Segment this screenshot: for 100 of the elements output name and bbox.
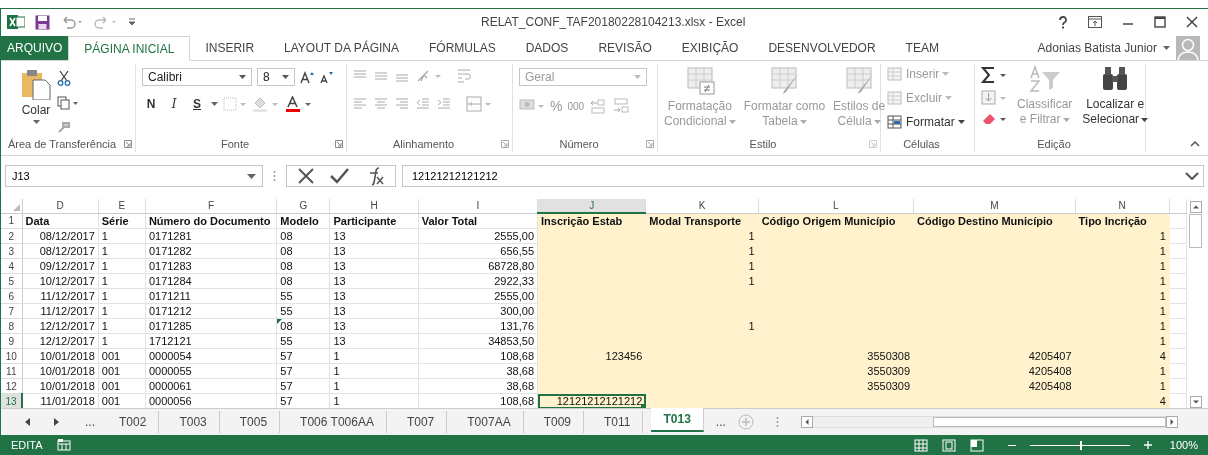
grow-font-icon[interactable] [300, 70, 314, 84]
ribbon-tab[interactable]: REVISÃO [583, 36, 667, 60]
ribbon-button[interactable]: Formatar [887, 112, 968, 131]
column-header[interactable]: G [276, 199, 330, 213]
dialog-launcher-icon[interactable] [335, 140, 343, 148]
row-header[interactable]: 12 [1, 378, 23, 394]
table-cell: 1712121 [148, 335, 192, 347]
normal-view-icon[interactable] [913, 438, 928, 452]
sheet-tab[interactable]: T003 [167, 411, 220, 433]
sheet-tab[interactable]: T006 T006AA [288, 411, 387, 433]
column-header[interactable]: L [758, 199, 914, 213]
drag-handle-icon[interactable] [273, 170, 276, 182]
sheet-tab[interactable]: T007AA [455, 411, 524, 433]
scroll-down-icon[interactable] [1189, 396, 1202, 408]
sheet-tab[interactable]: T009 [531, 411, 584, 433]
row-header[interactable]: 9 [1, 333, 23, 349]
help-icon[interactable] [1058, 15, 1068, 29]
row-header[interactable]: 3 [1, 243, 23, 259]
name-box[interactable]: J13 [5, 165, 263, 187]
ribbon-tab[interactable]: FÓRMULAS [414, 36, 511, 60]
ribbon-button[interactable]: Localizar e Selecionar [1082, 97, 1149, 127]
row-header[interactable]: 7 [1, 303, 23, 319]
copy-icon[interactable] [57, 96, 79, 110]
ribbon-tab[interactable]: EXIBIÇÃO [666, 36, 754, 60]
customize-toolbar-icon[interactable] [128, 18, 136, 26]
underline-button[interactable]: S [188, 97, 206, 111]
row-header[interactable]: 8 [1, 318, 23, 334]
caret-icon [247, 173, 256, 179]
sheet-tab[interactable]: T002 [107, 411, 160, 433]
more-sheets-button[interactable]: ... [81, 411, 99, 433]
column-header[interactable]: J [537, 199, 646, 213]
save-icon[interactable] [35, 14, 50, 30]
scissors-icon[interactable] [57, 70, 71, 86]
drag-handle-icon[interactable] [775, 416, 779, 428]
format-painter-icon[interactable] [57, 120, 71, 134]
ribbon-tab[interactable]: LAYOUT DA PÁGINA [269, 36, 414, 60]
dialog-launcher-icon[interactable] [646, 140, 654, 148]
ribbon-tab[interactable]: INSERIR [190, 36, 270, 60]
font-color-icon[interactable] [285, 96, 313, 112]
row-header[interactable]: 10 [1, 348, 23, 364]
sheet-tab[interactable]: T013 [651, 408, 704, 432]
more-sheets-button[interactable]: ... [711, 411, 730, 433]
dialog-launcher-icon[interactable] [124, 140, 132, 148]
column-header[interactable]: M [913, 199, 1076, 213]
row-header[interactable]: 5 [1, 273, 23, 289]
autosum-icon[interactable] [981, 66, 1007, 84]
formula-input[interactable]: 12121212121212 [402, 165, 1204, 187]
dialog-launcher-icon[interactable] [501, 140, 509, 148]
maximize-icon[interactable] [1154, 16, 1166, 28]
shrink-font-icon[interactable] [319, 70, 333, 84]
close-icon[interactable] [1186, 16, 1198, 28]
user-account-button[interactable]: Adonias Batista Junior [1037, 40, 1157, 55]
column-header[interactable]: F [145, 199, 277, 213]
row-header[interactable]: 2 [1, 228, 23, 244]
column-header[interactable]: E [98, 199, 146, 213]
fill-color-icon[interactable] [252, 96, 280, 112]
file-tab[interactable]: ARQUIVO [1, 36, 69, 60]
italic-button[interactable]: I [165, 97, 183, 111]
ribbon-tab[interactable]: DESENVOLVEDOR [753, 36, 891, 60]
ribbon-tab[interactable]: PÁGINA INICIAL [68, 36, 191, 61]
scrollbar-thumb[interactable] [1189, 214, 1202, 248]
ribbon-display-icon[interactable] [1088, 16, 1102, 28]
row-header[interactable]: 1 [1, 213, 23, 229]
row-header[interactable]: 4 [1, 258, 23, 274]
macro-record-icon[interactable] [56, 439, 71, 451]
table-cell: 12/12/2017 [39, 335, 95, 347]
ribbon-tab[interactable]: DADOS [510, 36, 584, 60]
column-header[interactable]: N [1075, 199, 1170, 213]
scrollbar-thumb[interactable] [932, 417, 1166, 427]
zoom-in-icon[interactable] [1143, 441, 1152, 449]
error-indicator-icon[interactable] [277, 319, 283, 324]
checkmark-icon[interactable] [329, 167, 349, 185]
collapse-ribbon-icon[interactable] [1190, 141, 1200, 147]
column-header[interactable]: H [329, 199, 419, 213]
paste-button[interactable]: Colar [21, 103, 51, 117]
scroll-right-icon[interactable] [1166, 416, 1178, 428]
bold-button[interactable]: N [142, 97, 160, 111]
page-break-icon[interactable] [969, 438, 984, 452]
ribbon-tab[interactable]: TEAM [890, 36, 954, 60]
scroll-up-icon[interactable] [1189, 201, 1202, 213]
column-header[interactable]: K [645, 199, 759, 213]
font-name-dropdown[interactable]: Calibri [142, 68, 252, 86]
scroll-left-icon[interactable] [800, 416, 813, 428]
font-size-dropdown[interactable]: 8 [257, 68, 295, 86]
column-header[interactable]: I [418, 199, 538, 213]
eraser-icon[interactable] [981, 112, 1007, 126]
row-header[interactable]: 11 [1, 363, 23, 379]
zoom-slider-thumb[interactable] [1079, 440, 1082, 450]
cancel-icon[interactable] [297, 167, 315, 185]
sheet-tab[interactable]: T005 [227, 411, 281, 433]
column-header[interactable]: D [22, 199, 99, 213]
row-header[interactable]: 6 [1, 288, 23, 304]
scroll-left-icon[interactable] [25, 418, 31, 426]
sheet-tab[interactable]: T007 [394, 411, 448, 433]
scroll-right-icon[interactable] [53, 418, 59, 426]
orientation-icon[interactable] [416, 69, 442, 83]
sheet-tab[interactable]: T011 [592, 411, 644, 433]
page-layout-icon[interactable] [941, 438, 956, 452]
undo-icon[interactable] [60, 15, 84, 29]
expand-icon[interactable] [1185, 172, 1199, 180]
